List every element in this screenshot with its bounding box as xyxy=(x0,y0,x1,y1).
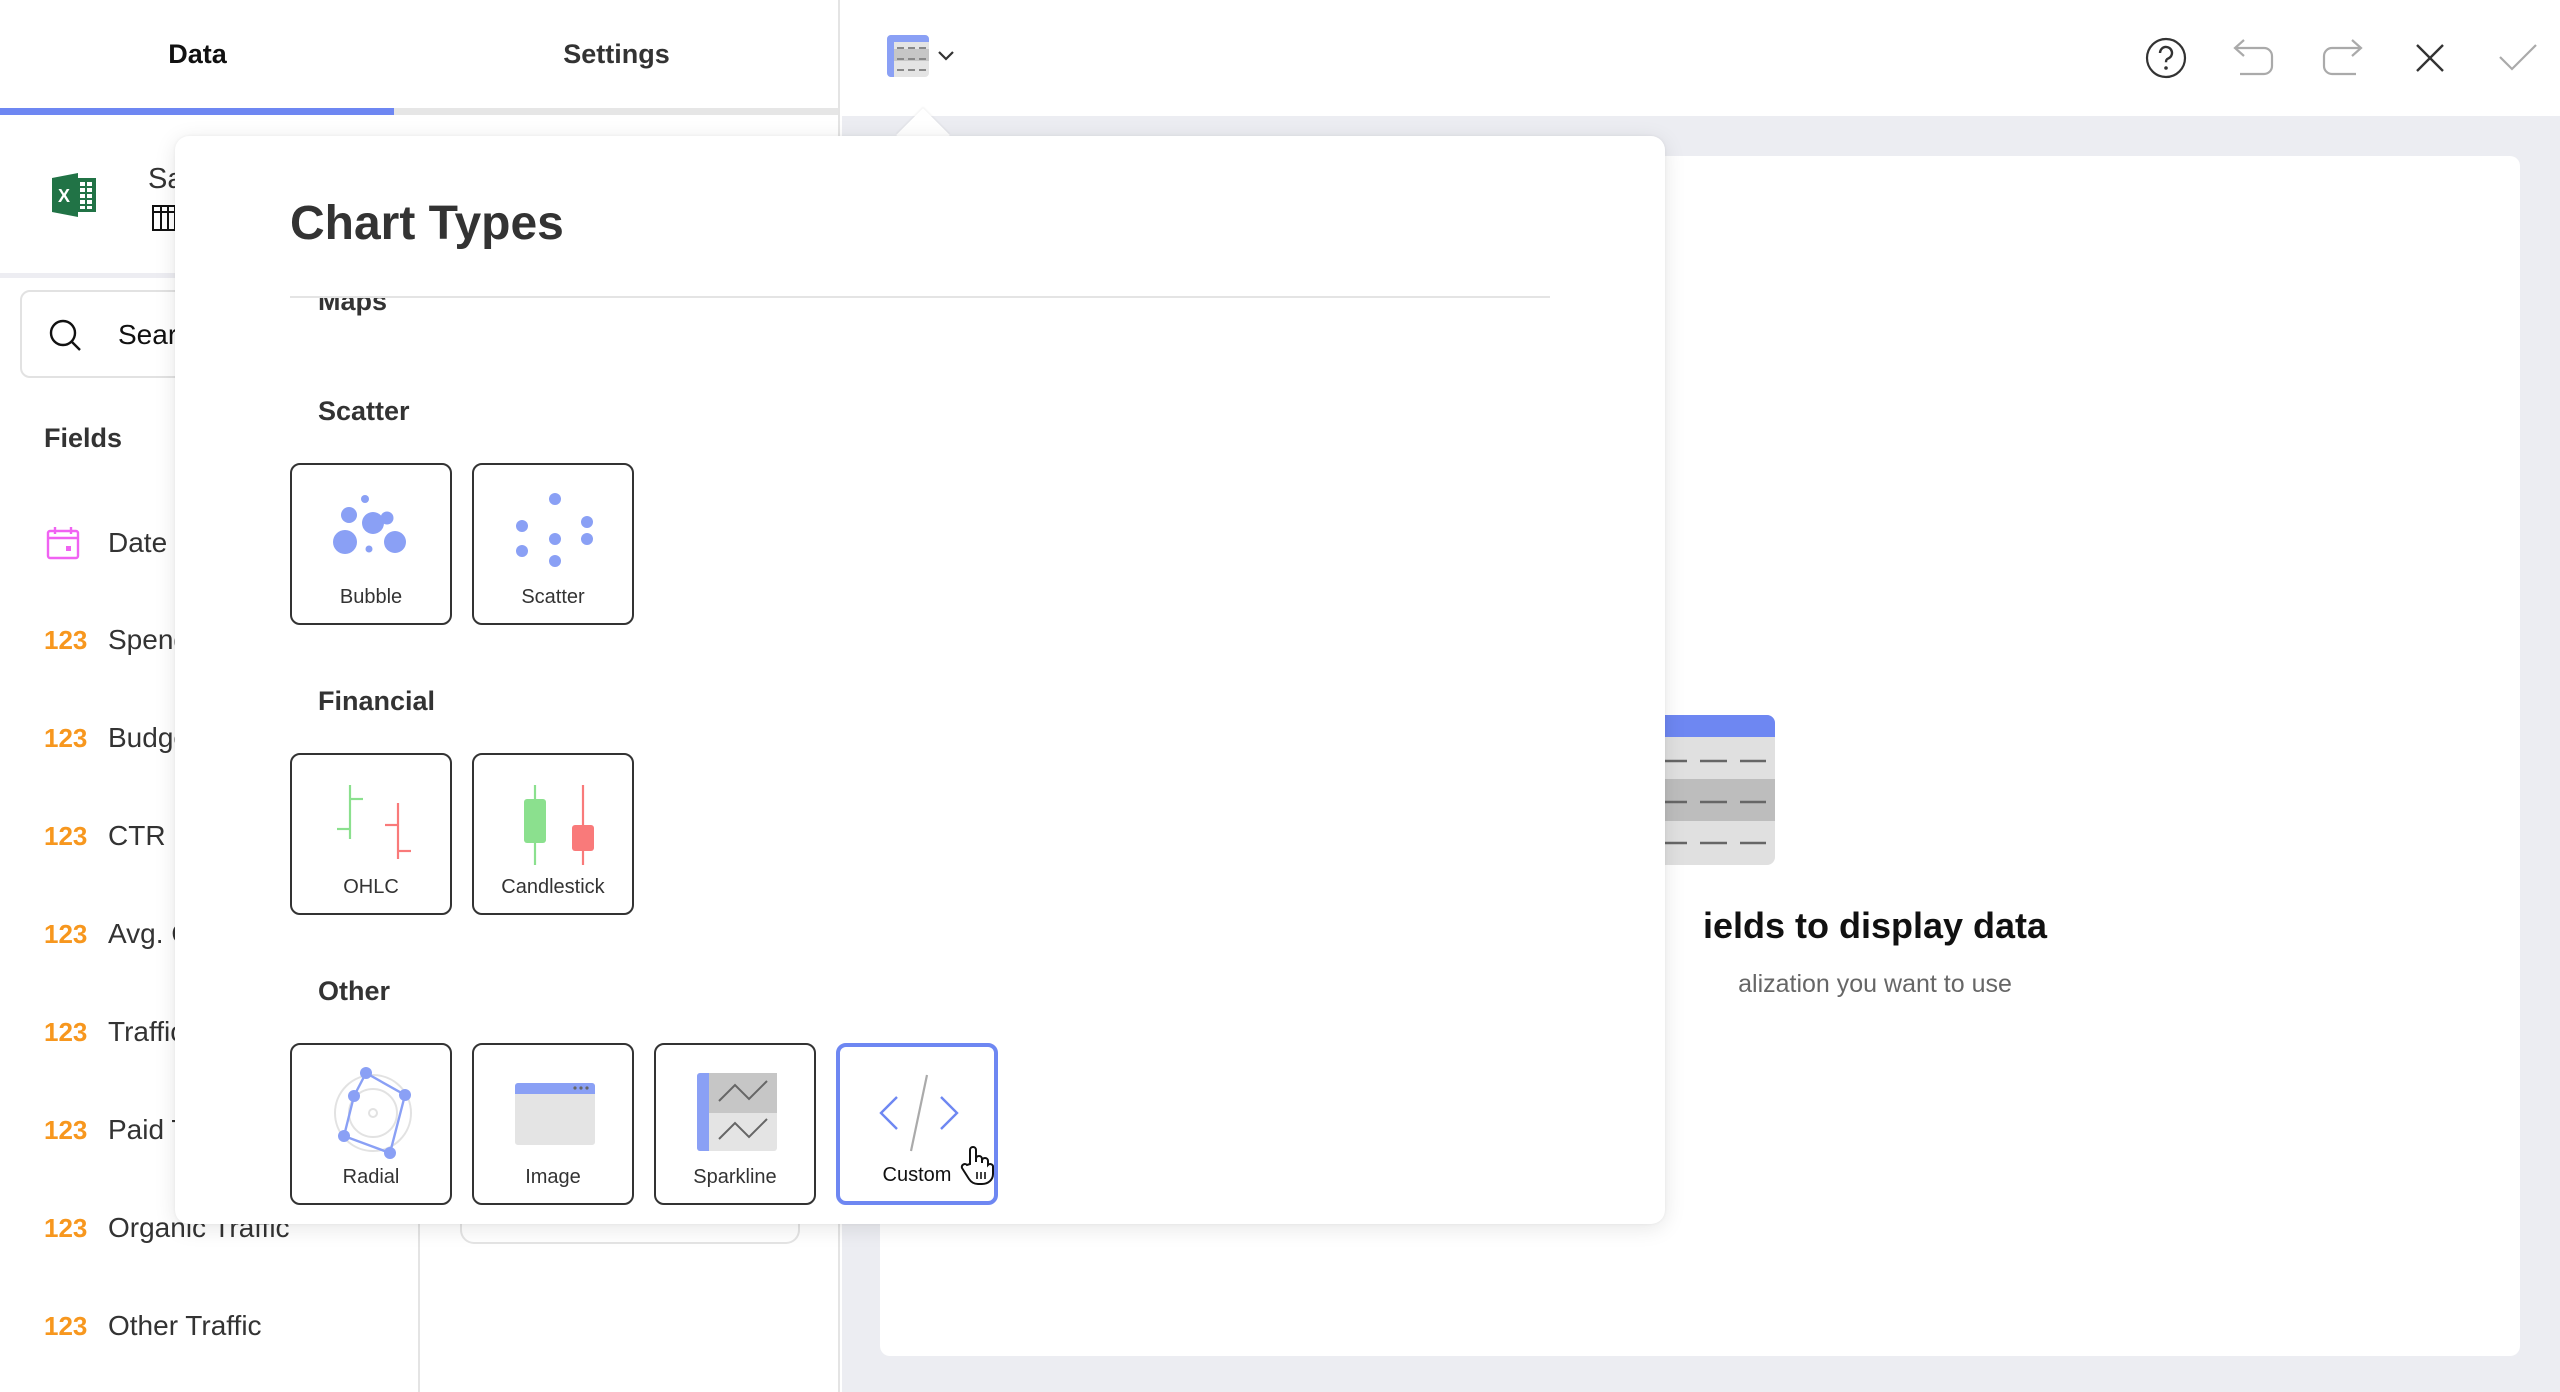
chart-type-image[interactable]: Image xyxy=(472,1043,634,1205)
chart-types-popover: Chart Types Maps Scatter Bubble Scatter … xyxy=(175,136,1665,1224)
bubble-chart-icon xyxy=(333,495,406,554)
editor-tabs: Data Settings xyxy=(0,0,838,115)
scatter-chart-icon xyxy=(516,493,593,567)
tab-data[interactable]: Data xyxy=(0,0,395,108)
chart-type-label: Bubble xyxy=(339,586,403,608)
chart-type-bubble[interactable]: Bubble xyxy=(290,463,452,625)
section-title-other: Other xyxy=(318,976,391,1006)
tab-active-indicator xyxy=(0,108,394,115)
code-icon xyxy=(879,1074,959,1152)
number-type-icon: 123 xyxy=(44,820,88,851)
radial-chart-icon xyxy=(334,1067,412,1159)
chart-type-candlestick[interactable]: Candlestick xyxy=(472,753,634,915)
chart-types-list[interactable]: Maps Scatter Bubble Scatter Financial OH… xyxy=(175,298,1665,1224)
section-title-scatter: Scatter xyxy=(318,396,410,426)
grid-chart-icon xyxy=(887,35,929,77)
sheet-icon xyxy=(152,205,176,231)
hand-cursor-icon xyxy=(960,1146,994,1185)
redo-icon xyxy=(2322,39,2363,76)
field-name: Other Traffic xyxy=(108,1310,262,1341)
chart-type-sparkline[interactable]: Sparkline xyxy=(654,1043,816,1205)
chart-type-ohlc[interactable]: OHLC xyxy=(290,753,452,915)
redo-button[interactable] xyxy=(2318,34,2366,82)
svg-text:X: X xyxy=(58,186,70,206)
excel-icon: X xyxy=(52,173,96,217)
chart-type-label: Radial xyxy=(342,1166,400,1188)
field-name: Traffic xyxy=(108,1016,185,1047)
section-title-financial: Financial xyxy=(318,686,436,716)
chart-type-radial[interactable]: Radial xyxy=(290,1043,452,1205)
close-button[interactable] xyxy=(2406,34,2454,82)
sparkline-icon xyxy=(697,1073,777,1151)
visualization-toolbar xyxy=(842,0,2560,116)
image-icon xyxy=(515,1083,595,1145)
field-name: Date xyxy=(108,527,168,558)
number-type-icon: 123 xyxy=(44,722,88,753)
chart-type-scatter[interactable]: Scatter xyxy=(472,463,634,625)
check-icon xyxy=(2499,44,2537,71)
tab-settings[interactable]: Settings xyxy=(395,0,838,108)
apply-button[interactable] xyxy=(2494,34,2542,82)
undo-button[interactable] xyxy=(2230,34,2278,82)
help-icon xyxy=(2145,37,2187,79)
search-icon xyxy=(49,319,81,351)
fields-title: Fields xyxy=(44,423,123,453)
help-button[interactable] xyxy=(2142,34,2190,82)
number-type-icon: 123 xyxy=(44,1212,88,1243)
chart-type-label: Sparkline xyxy=(693,1166,777,1188)
number-type-icon: 123 xyxy=(44,1310,88,1341)
chart-type-label: Candlestick xyxy=(501,876,605,898)
search-text: Sear xyxy=(118,319,178,350)
tab-indicator-track xyxy=(0,108,838,115)
chart-type-picker-button[interactable] xyxy=(887,35,955,77)
undo-icon xyxy=(2233,39,2274,76)
section-title-maps: Maps xyxy=(318,298,388,316)
chart-type-label: OHLC xyxy=(343,876,399,898)
number-type-icon: 123 xyxy=(44,1016,88,1047)
chart-type-label: Scatter xyxy=(521,586,585,608)
number-type-icon: 123 xyxy=(44,1114,88,1145)
field-name: CTR xyxy=(108,820,166,851)
number-type-icon: 123 xyxy=(44,624,88,655)
chart-type-label: Image xyxy=(525,1166,581,1188)
calendar-icon xyxy=(46,527,80,560)
ohlc-chart-icon xyxy=(337,785,411,859)
chevron-down-icon xyxy=(938,51,954,61)
number-type-icon: 123 xyxy=(44,918,88,949)
field-item-other-traffic[interactable]: 123 Other Traffic xyxy=(0,1296,418,1356)
popover-title: Chart Types xyxy=(290,197,564,250)
candlestick-chart-icon xyxy=(524,785,594,865)
close-icon xyxy=(2416,44,2444,72)
